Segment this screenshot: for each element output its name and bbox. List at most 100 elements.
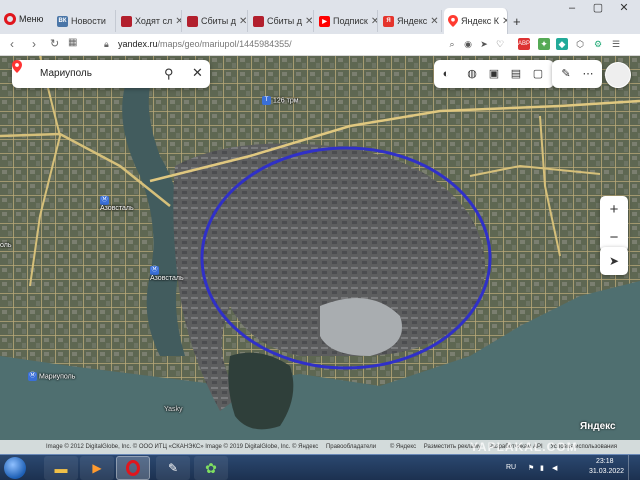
layers-icon[interactable]: ◐ — [438, 66, 454, 82]
search-icon[interactable]: ⌕ — [446, 38, 458, 50]
traffic-icon[interactable]: ▢ — [530, 66, 546, 82]
clock-date[interactable]: 31.03.2022 — [589, 468, 624, 475]
tab-label: Ходят сл — [135, 16, 173, 26]
lock-icon: 🔒︎ — [104, 39, 109, 49]
avatar[interactable] — [605, 62, 631, 88]
new-tab-button[interactable]: + — [510, 10, 528, 32]
search-input[interactable]: Мариуполь — [40, 68, 92, 79]
icq-task[interactable]: ✿ — [194, 456, 228, 480]
close-icon[interactable]: ✕ — [239, 16, 247, 27]
vpn-icon[interactable]: ◆ — [556, 38, 568, 50]
search-icon[interactable]: ⚲ — [164, 66, 174, 82]
maximize-icon[interactable]: ▢ — [586, 0, 610, 18]
tab-news-3[interactable]: Сбиты д ✕ — [250, 10, 314, 32]
network-icon[interactable]: ▮ — [540, 464, 544, 472]
map-imagery — [0, 56, 640, 454]
panorama-icon[interactable]: ◍ — [464, 66, 480, 82]
paint-task[interactable]: ✎ — [156, 456, 190, 480]
tram-label[interactable]: T 126 трм — [262, 96, 299, 105]
close-icon[interactable]: ✕ — [175, 16, 181, 27]
language-indicator[interactable]: RU — [506, 464, 516, 471]
tab-label: Яндекс К — [461, 16, 500, 26]
azovstal-station-label-2[interactable]: Ⓜ Азовсталь — [150, 266, 184, 282]
location-pin-icon — [12, 60, 22, 73]
speed-dial-icon[interactable]: ▦ — [68, 37, 77, 48]
news-site-icon — [187, 15, 198, 27]
zoom-in-button[interactable]: + — [600, 196, 628, 224]
navigation-arrow-icon: ➤ — [608, 254, 620, 268]
copyright-text: Image © 2012 DigitalGlobe, Inc. © ООО ИТ… — [46, 444, 319, 450]
tab-news-2[interactable]: Сбиты д ✕ — [184, 10, 248, 32]
folder-icon: ▬ — [54, 460, 68, 476]
reload-icon[interactable]: ↻ — [50, 37, 59, 50]
close-icon[interactable]: ✕ — [371, 16, 377, 27]
tab-yandex-maps[interactable]: Яндекс К ✕ — [444, 8, 508, 34]
geolocation-button[interactable]: ➤ — [600, 247, 628, 275]
more-icon[interactable]: ⋯ — [580, 66, 596, 82]
tab-label: Подписк — [333, 16, 368, 26]
tray-flag-icon[interactable]: ⚑ — [528, 464, 534, 472]
tools-toolbar: ✎ ⋯ — [552, 60, 602, 88]
show-desktop-button[interactable] — [628, 455, 638, 481]
mariupol-station-label[interactable]: Ⓜ Мариуполь — [28, 372, 75, 381]
tab-label: Новости — [71, 16, 106, 26]
yandex-copyright: © Яндекс — [389, 444, 417, 450]
news-site-icon — [253, 15, 264, 27]
tab-strip: – ▢ ✕ Меню ВК Новости Ходят сл ✕ Сбиты д… — [0, 0, 640, 34]
icq-icon: ✿ — [205, 459, 217, 476]
layers-toolbar: ◐ ◍ ▣ ▤ ▢ — [434, 60, 554, 88]
url-field[interactable]: yandex.ru/maps/geo/mariupol/1445984355/ — [118, 39, 292, 49]
cube-icon[interactable]: ⬡ — [574, 38, 586, 50]
metro-icon: Ⓜ — [28, 372, 37, 381]
yandex-logo[interactable]: Яндекс — [580, 421, 616, 432]
address-bar: ‹ › ↻ ▦ 🔒︎ yandex.ru/maps/geo/mariupol/1… — [0, 34, 640, 56]
camera-icon[interactable]: ◉ — [462, 38, 474, 50]
close-icon[interactable]: ✕ — [502, 16, 507, 27]
tab-label: Сбиты д — [201, 16, 237, 26]
url-path: /maps/geo/mariupol/1445984355/ — [157, 39, 292, 49]
volume-icon[interactable]: ◀ — [552, 464, 557, 472]
ruler-icon[interactable]: ✎ — [558, 66, 574, 82]
close-icon[interactable]: ✕ — [430, 16, 438, 27]
adblock-icon[interactable]: ABP — [518, 38, 530, 50]
vk-icon: ВК — [57, 15, 68, 27]
close-window-icon[interactable]: ✕ — [612, 0, 636, 18]
rights-holders-link[interactable]: Правообладатели — [326, 444, 376, 450]
zoom-controls: + − — [600, 196, 628, 252]
azovstal-station-label-1[interactable]: Ⓜ Азовсталь — [100, 196, 134, 212]
transport-icon[interactable]: ▤ — [508, 66, 524, 82]
close-icon[interactable]: ✕ — [192, 65, 203, 81]
minimize-icon[interactable]: – — [560, 0, 584, 18]
start-button[interactable] — [4, 457, 26, 479]
yandex-icon: Я — [383, 15, 394, 27]
tab-news-1[interactable]: Ходят сл ✕ — [118, 10, 182, 32]
menu-label: Меню — [19, 14, 44, 24]
extension-2-icon[interactable]: ⚙ — [592, 38, 604, 50]
photo-icon[interactable]: ▣ — [486, 66, 502, 82]
forward-icon[interactable]: › — [32, 37, 36, 51]
clock-time[interactable]: 23:18 — [596, 458, 614, 465]
map-search-box[interactable]: Мариуполь ⚲ ✕ — [12, 60, 210, 88]
opera-menu-button[interactable]: Меню — [4, 10, 43, 28]
tab-vk-news[interactable]: ВК Новости — [54, 10, 116, 32]
opera-logo-icon — [4, 13, 16, 25]
opera-icon — [126, 460, 140, 476]
close-icon[interactable]: ✕ — [305, 16, 313, 27]
media-player-task[interactable]: ▶ — [80, 456, 114, 480]
news-site-icon — [121, 15, 132, 27]
send-icon[interactable]: ➤ — [478, 38, 490, 50]
satellite-map[interactable]: T 126 трм Ⓜ Азовсталь Ⓜ Азовсталь Ⓜ Мариупол… — [0, 56, 640, 454]
tab-youtube[interactable]: ▶ Подписк ✕ — [316, 10, 378, 32]
extension-icon[interactable]: ✦ — [538, 38, 550, 50]
tab-label: Яндекс — [397, 16, 428, 26]
explorer-task[interactable]: ▬ — [44, 456, 78, 480]
paint-icon: ✎ — [167, 461, 179, 475]
tab-yandex[interactable]: Я Яндекс ✕ — [380, 10, 442, 32]
heart-icon[interactable]: ♡ — [494, 38, 506, 50]
watermark: YAPLAKAL.COM — [470, 440, 578, 454]
youtube-icon: ▶ — [319, 15, 330, 27]
easy-setup-icon[interactable]: ☰ — [610, 38, 622, 50]
metro-icon: Ⓜ — [150, 266, 159, 275]
back-icon[interactable]: ‹ — [10, 37, 14, 51]
opera-task[interactable] — [116, 456, 150, 480]
